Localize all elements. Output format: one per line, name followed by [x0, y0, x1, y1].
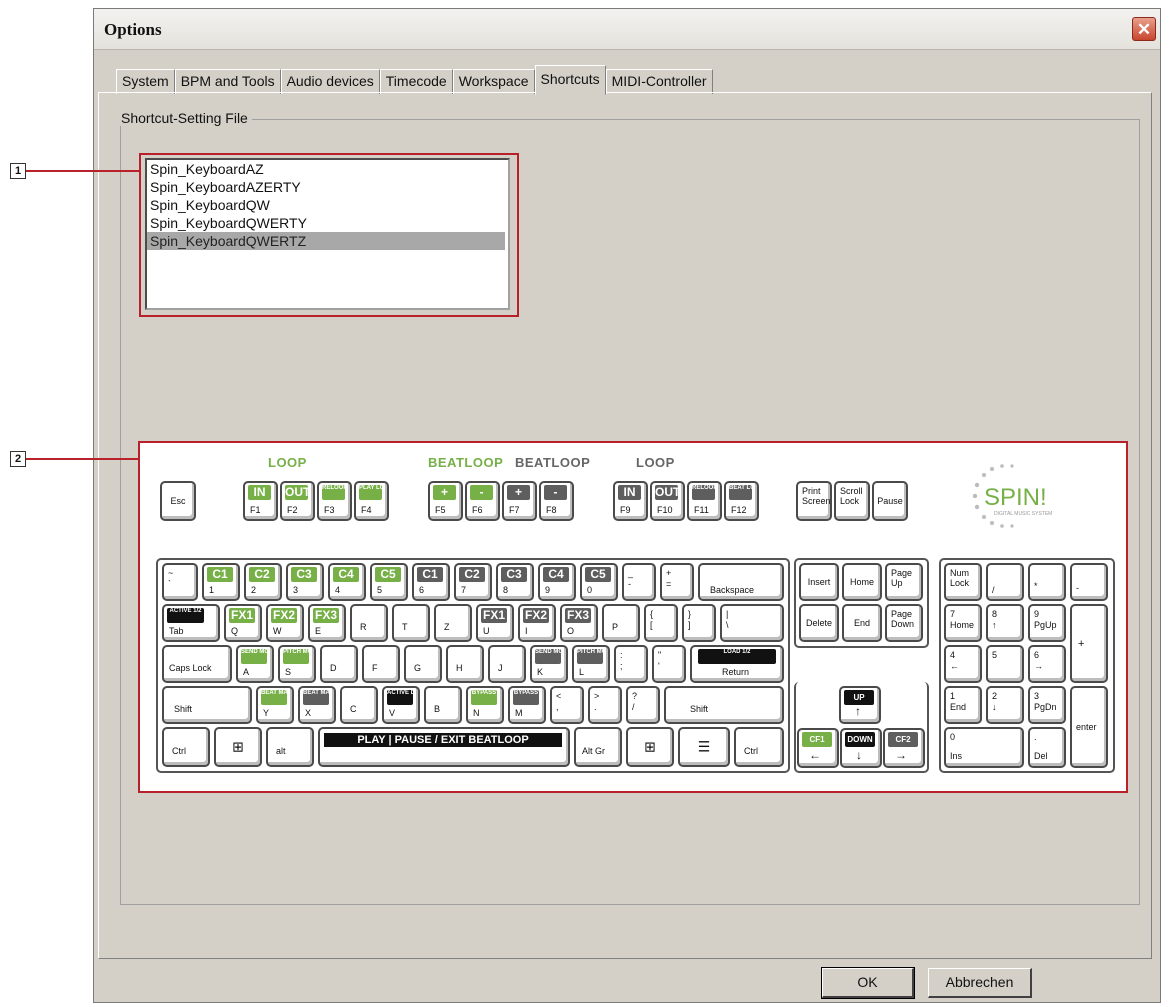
title-bar: Options ✕	[94, 9, 1160, 50]
shortcut-file-list[interactable]: Spin_KeyboardAZ Spin_KeyboardAZERTY Spin…	[145, 158, 510, 310]
list-item[interactable]: Spin_KeyboardAZ	[147, 160, 508, 178]
callout-box-2	[138, 441, 1128, 793]
list-item[interactable]: Spin_KeyboardQW	[147, 196, 508, 214]
tab-bpm-and-tools[interactable]: BPM and Tools	[174, 69, 281, 94]
tab-timecode[interactable]: Timecode	[379, 69, 453, 94]
tab-audio-devices[interactable]: Audio devices	[280, 69, 380, 94]
close-icon[interactable]: ✕	[1132, 17, 1156, 41]
tab-midi-controller[interactable]: MIDI-Controller	[605, 69, 713, 94]
callout-number-2: 2	[10, 451, 26, 467]
list-item[interactable]: Spin_KeyboardAZERTY	[147, 178, 508, 196]
tab-system[interactable]: System	[116, 69, 175, 94]
cancel-button[interactable]: Abbrechen	[928, 968, 1032, 998]
tab-shortcuts[interactable]: Shortcuts	[534, 65, 606, 95]
callout-number-1: 1	[10, 163, 26, 179]
tab-workspace[interactable]: Workspace	[452, 69, 535, 94]
list-item[interactable]: Spin_KeyboardQWERTY	[147, 214, 508, 232]
callout-line-1	[26, 170, 139, 172]
groupbox-label: Shortcut-Setting File	[117, 110, 252, 126]
list-item-selected[interactable]: Spin_KeyboardQWERTZ	[147, 232, 505, 250]
window-title: Options	[104, 20, 162, 39]
ok-button[interactable]: OK	[821, 967, 915, 999]
callout-line-2	[26, 458, 139, 460]
tab-strip: System BPM and Tools Audio devices Timec…	[116, 65, 713, 95]
